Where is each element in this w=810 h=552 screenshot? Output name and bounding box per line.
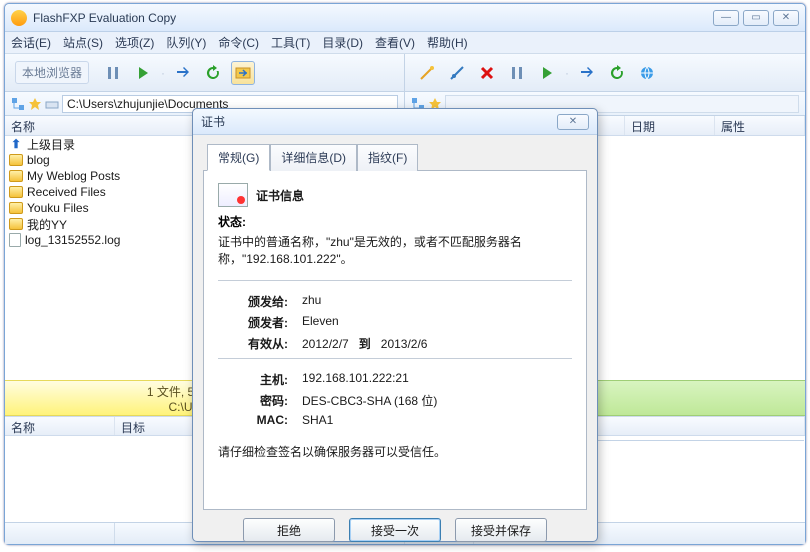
local-browser-label: 本地浏览器 [15,61,89,84]
certificate-dialog: 证书 ✕ 常规(G) 详细信息(D) 指纹(F) 证书信息 状态: 证书中的普通… [192,108,598,542]
toolbar: 本地浏览器 · · [5,54,805,92]
tree-icon[interactable] [11,97,25,111]
close-button[interactable]: ✕ [773,10,799,26]
status-text: 证书中的普通名称，"zhu"是无效的，或者不匹配服务器名称，"192.168.1… [218,234,572,268]
folder-icon [9,186,23,198]
pause-icon[interactable] [101,61,125,85]
col-attrs[interactable]: 属性 [715,116,805,135]
valid-from-value: 2012/2/7 到 2013/2/6 [302,335,427,352]
menubar: 会话(E) 站点(S) 选项(Z) 队列(Y) 命令(C) 工具(T) 目录(D… [5,32,805,54]
connect-icon[interactable] [415,61,439,85]
folder-icon [9,202,23,214]
col-date[interactable]: 日期 [625,116,715,135]
drive-icon[interactable] [45,97,59,111]
status-label: 状态: [218,213,572,230]
file-icon [9,233,21,247]
host-label: 主机: [218,371,288,388]
abort-icon[interactable] [475,61,499,85]
issued-to-label: 颁发给: [218,293,288,310]
folder-icon [9,170,23,182]
up-arrow-icon: ⬆ [9,137,23,151]
mac-value: SHA1 [302,413,333,427]
menu-help[interactable]: 帮助(H) [427,34,468,51]
tab-fingerprint[interactable]: 指纹(F) [357,144,418,171]
titlebar: FlashFXP Evaluation Copy — ▭ ✕ [5,4,805,32]
host-value: 192.168.101.222:21 [302,371,409,388]
cipher-value: DES-CBC3-SHA (168 位) [302,392,437,409]
dialog-button-row: 拒绝 接受一次 接受并保存 [193,518,597,552]
app-icon [11,10,27,26]
accept-once-button[interactable]: 接受一次 [349,518,441,542]
dialog-title: 证书 [201,113,225,130]
mac-label: MAC: [218,413,288,427]
switch-pane-icon[interactable] [231,61,255,85]
menu-options[interactable]: 选项(Z) [115,34,154,51]
refresh-icon[interactable] [201,61,225,85]
up-dir-label: 上级目录 [27,136,75,153]
issuer-section: 颁发给: zhu 颁发者: Eleven 有效从: 2012/2/7 到 2013/… [218,280,572,354]
valid-from-label: 有效从: [218,335,288,352]
tab-details[interactable]: 详细信息(D) [270,144,357,171]
menu-queue[interactable]: 队列(Y) [166,34,206,51]
reject-button[interactable]: 拒绝 [243,518,335,542]
folder-icon [9,218,23,230]
menu-commands[interactable]: 命令(C) [218,34,259,51]
issued-by-label: 颁发者: [218,314,288,331]
window-title: FlashFXP Evaluation Copy [33,11,176,25]
disconnect-icon[interactable] [445,61,469,85]
issued-to-value: zhu [302,293,321,310]
cert-info-label: 证书信息 [256,187,304,204]
globe-icon[interactable] [635,61,659,85]
bookmark-icon[interactable] [28,97,42,111]
dialog-close-button[interactable]: ✕ [557,114,589,130]
cipher-label: 密码: [218,392,288,409]
pause-remote-icon[interactable] [505,61,529,85]
folder-icon [9,154,23,166]
menu-directory[interactable]: 目录(D) [322,34,363,51]
play-icon[interactable] [131,61,155,85]
tab-general[interactable]: 常规(G) [207,144,270,171]
signature-note: 请仔细检查签名以确保服务器可以受信任。 [218,443,572,460]
transfer-icon[interactable] [171,61,195,85]
accept-save-button[interactable]: 接受并保存 [455,518,547,542]
dialog-titlebar: 证书 ✕ [193,109,597,135]
menu-view[interactable]: 查看(V) [375,34,415,51]
dialog-body: 证书信息 状态: 证书中的普通名称，"zhu"是无效的，或者不匹配服务器名称，"… [203,170,587,510]
status-cell-empty [5,523,115,544]
queue-col-name[interactable]: 名称 [5,417,115,435]
issued-by-value: Eleven [302,314,339,331]
transfer-remote-icon[interactable] [575,61,599,85]
minimize-button[interactable]: — [713,10,739,26]
dialog-tabs: 常规(G) 详细信息(D) 指纹(F) [193,135,597,170]
menu-site[interactable]: 站点(S) [63,34,103,51]
menu-tools[interactable]: 工具(T) [271,34,310,51]
maximize-button[interactable]: ▭ [743,10,769,26]
refresh-remote-icon[interactable] [605,61,629,85]
play-remote-icon[interactable] [535,61,559,85]
connection-section: 主机: 192.168.101.222:21 密码: DES-CBC3-SHA (1… [218,358,572,429]
menu-session[interactable]: 会话(E) [11,34,51,51]
certificate-icon [218,183,248,207]
